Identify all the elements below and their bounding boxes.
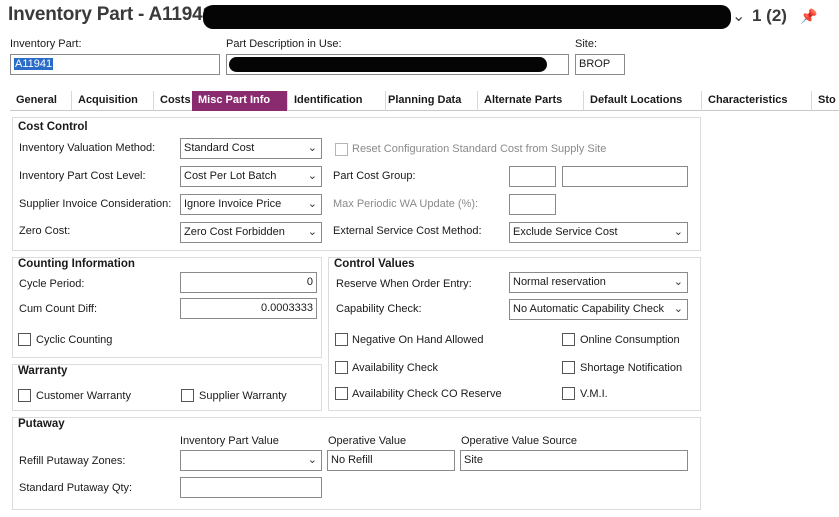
customer-warranty-label: Customer Warranty <box>36 390 131 402</box>
cost-level-label: Inventory Part Cost Level: <box>19 170 146 182</box>
cycle-period-field[interactable]: 0 <box>180 272 317 293</box>
putaway-title: Putaway <box>18 418 65 430</box>
site-field[interactable]: BROP <box>575 54 625 75</box>
page-title: Inventory Part - A11941 <box>8 4 213 25</box>
refill-zones-source-field[interactable]: Site <box>460 450 688 471</box>
site-label: Site: <box>575 38 598 50</box>
reset-config-checkbox[interactable] <box>335 143 348 156</box>
chevron-down-icon: ⌄ <box>673 303 683 315</box>
inventory-part-value: A11941 <box>14 58 54 70</box>
availability-check-checkbox[interactable] <box>335 361 348 374</box>
supplier-warranty-checkbox[interactable] <box>181 389 194 402</box>
cycle-period-label: Cycle Period: <box>19 278 85 290</box>
inventory-part-label: Inventory Part: <box>10 38 82 50</box>
availability-check-co-checkbox[interactable] <box>335 387 348 400</box>
capability-check-label: Capability Check: <box>336 303 422 315</box>
availability-check-label: Availability Check <box>352 362 439 374</box>
control-values-title: Control Values <box>334 258 415 270</box>
supplier-invoice-label: Supplier Invoice Consideration: <box>19 198 172 210</box>
chevron-down-icon: ⌄ <box>307 226 317 238</box>
record-count: 1 (2) <box>752 6 787 25</box>
cum-count-field[interactable]: 0.0003333 <box>180 298 317 319</box>
col-operative-value-source: Operative Value Source <box>461 435 577 447</box>
negative-on-hand-checkbox[interactable] <box>335 333 348 346</box>
valuation-method-select[interactable]: Standard Cost ⌄ <box>180 138 322 159</box>
reserve-order-select[interactable]: Normal reservation ⌄ <box>509 272 688 293</box>
zero-cost-label: Zero Cost: <box>19 225 71 237</box>
reset-config-label: Reset Configuration Standard Cost from S… <box>352 143 607 155</box>
part-cost-group-field[interactable] <box>509 166 556 187</box>
online-consumption-label: Online Consumption <box>580 334 680 346</box>
part-description-label: Part Description in Use: <box>226 38 342 50</box>
cost-level-value: Cost Per Lot Batch <box>184 170 277 182</box>
supplier-invoice-value: Ignore Invoice Price <box>184 198 282 210</box>
max-periodic-label: Max Periodic WA Update (%): <box>333 198 479 210</box>
cum-count-label: Cum Count Diff: <box>19 303 98 315</box>
reserve-order-label: Reserve When Order Entry: <box>336 278 472 290</box>
tab-stock-truncated[interactable]: Sto <box>812 91 839 111</box>
redacted-description-mark <box>203 5 731 29</box>
reserve-order-value: Normal reservation <box>513 276 606 288</box>
tab-bar: General Acquisition Costs Misc Part Info… <box>10 91 839 111</box>
chevron-down-icon: ⌄ <box>307 454 317 466</box>
std-putaway-qty-field[interactable] <box>180 477 322 498</box>
supplier-warranty-label: Supplier Warranty <box>199 390 287 402</box>
part-cost-group-label: Part Cost Group: <box>333 170 416 182</box>
supplier-invoice-select[interactable]: Ignore Invoice Price ⌄ <box>180 194 322 215</box>
col-operative-value: Operative Value <box>328 435 407 447</box>
inventory-part-field[interactable]: A11941 <box>10 54 220 75</box>
tab-acquisition[interactable]: Acquisition <box>72 91 154 111</box>
chevron-down-icon: ⌄ <box>673 226 683 238</box>
tab-identification[interactable]: Identification <box>288 91 386 111</box>
cost-control-title: Cost Control <box>18 121 88 133</box>
customer-warranty-checkbox[interactable] <box>18 389 31 402</box>
valuation-method-label: Inventory Valuation Method: <box>19 142 156 154</box>
chevron-down-icon: ⌄ <box>307 142 317 154</box>
pin-icon[interactable]: 📌 <box>800 8 817 25</box>
vmi-label: V.M.I. <box>580 388 608 400</box>
negative-on-hand-label: Negative On Hand Allowed <box>352 334 484 346</box>
tab-general[interactable]: General <box>10 91 72 111</box>
capability-check-value: No Automatic Capability Check <box>513 303 665 315</box>
max-periodic-field[interactable] <box>509 194 556 215</box>
tab-default-locations[interactable]: Default Locations <box>584 91 702 111</box>
capability-check-select[interactable]: No Automatic Capability Check ⌄ <box>509 299 688 320</box>
std-putaway-qty-label: Standard Putaway Qty: <box>19 482 133 494</box>
counting-info-title: Counting Information <box>18 258 135 270</box>
refill-zones-select[interactable]: ⌄ <box>180 450 322 471</box>
warranty-title: Warranty <box>18 365 68 377</box>
refill-zones-operative-field[interactable]: No Refill <box>327 450 455 471</box>
refill-zones-label: Refill Putaway Zones: <box>19 455 126 467</box>
shortage-notification-checkbox[interactable] <box>562 361 575 374</box>
chevron-down-icon: ⌄ <box>307 170 317 182</box>
vmi-checkbox[interactable] <box>562 387 575 400</box>
ext-service-label: External Service Cost Method: <box>333 225 482 237</box>
online-consumption-checkbox[interactable] <box>562 333 575 346</box>
part-cost-group-description-field[interactable] <box>562 166 688 187</box>
chevron-down-icon: ⌄ <box>307 198 317 210</box>
chevron-down-icon: ⌄ <box>673 276 683 288</box>
ext-service-value: Exclude Service Cost <box>513 226 618 238</box>
tab-misc-part-info[interactable]: Misc Part Info <box>192 91 288 111</box>
cyclic-counting-checkbox[interactable] <box>18 333 31 346</box>
availability-check-co-label: Availability Check CO Reserve <box>352 388 502 400</box>
zero-cost-value: Zero Cost Forbidden <box>184 226 285 238</box>
shortage-notification-label: Shortage Notification <box>580 362 683 374</box>
tab-characteristics[interactable]: Characteristics <box>702 91 812 111</box>
tab-alternate-parts[interactable]: Alternate Parts <box>478 91 584 111</box>
col-inventory-part-value: Inventory Part Value <box>180 435 279 447</box>
cost-level-select[interactable]: Cost Per Lot Batch ⌄ <box>180 166 322 187</box>
zero-cost-select[interactable]: Zero Cost Forbidden ⌄ <box>180 222 322 243</box>
chevron-down-icon[interactable]: ⌄ <box>732 6 745 26</box>
cyclic-counting-label: Cyclic Counting <box>36 334 113 346</box>
tab-planning-data[interactable]: Planning Data <box>382 91 478 111</box>
ext-service-select[interactable]: Exclude Service Cost ⌄ <box>509 222 688 243</box>
valuation-method-value: Standard Cost <box>184 142 255 154</box>
redacted-part-description-mark <box>229 57 547 72</box>
